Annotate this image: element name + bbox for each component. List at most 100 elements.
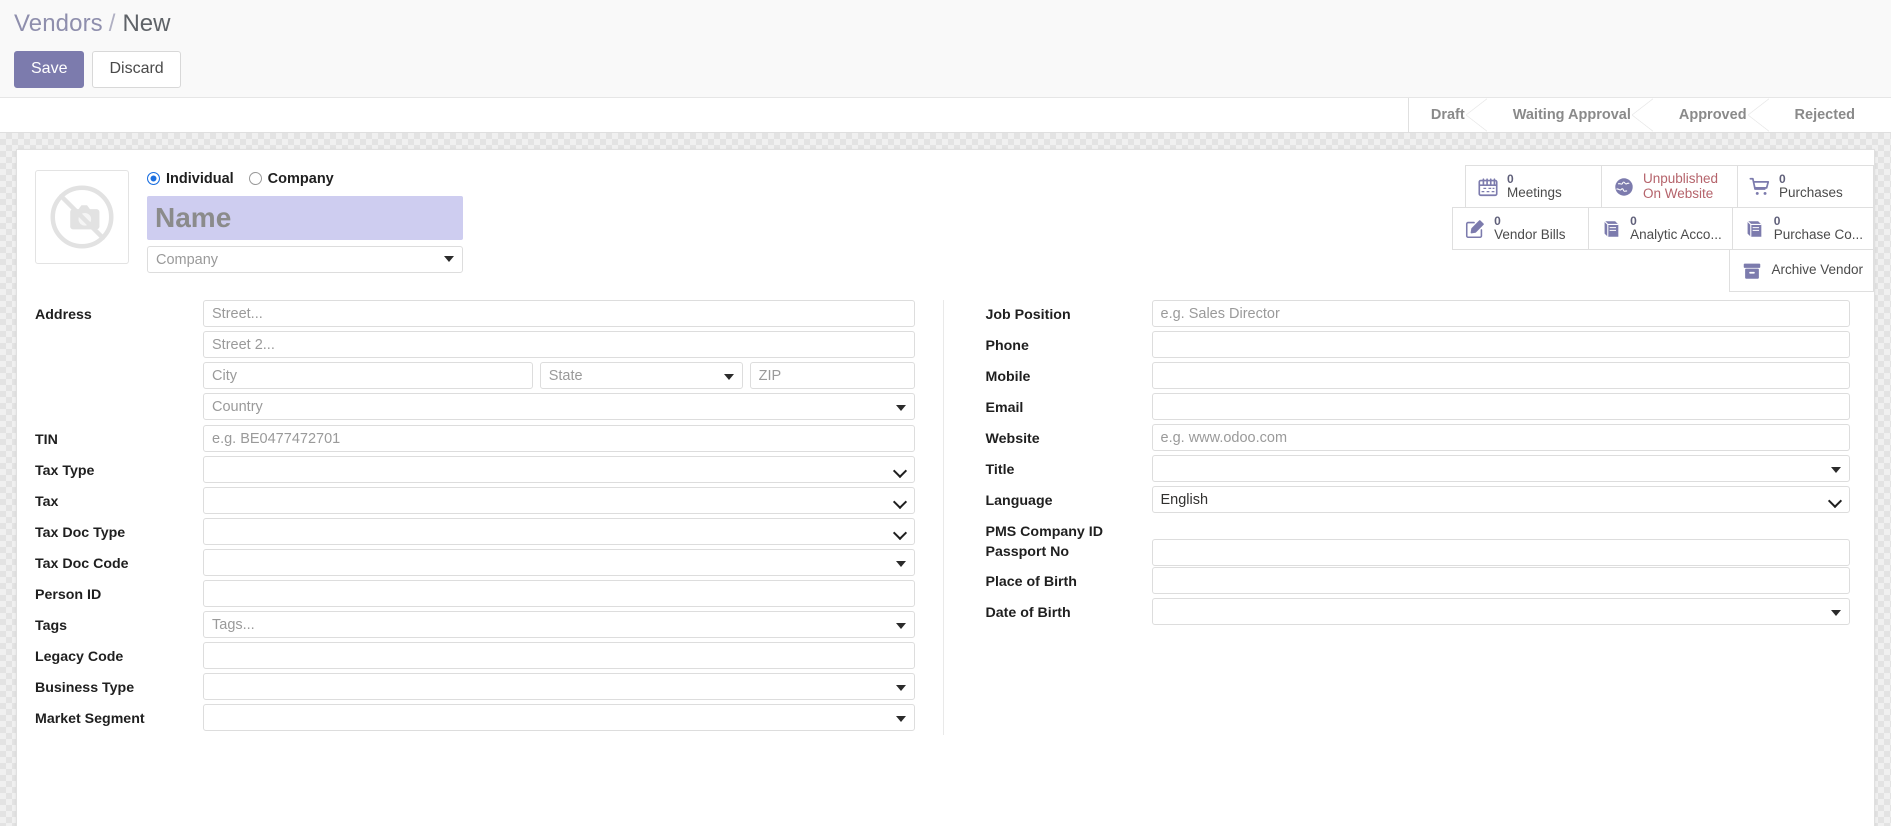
smart-button-value: Unpublished	[1643, 171, 1719, 186]
breadcrumb: Vendors / New	[14, 10, 1877, 44]
smart-button-label: Vendor Bills	[1494, 227, 1566, 242]
field-label-tax-doc-type: Tax Doc Type	[35, 525, 126, 541]
smart-button-value: 0	[1630, 214, 1637, 228]
form-sheet: 0 Meetings Unpublished On Website 0 Purc…	[16, 149, 1875, 826]
smart-button-purchases[interactable]: 0 Purchases	[1737, 165, 1874, 208]
field-row-phone: Phone	[985, 331, 1850, 361]
address-group	[203, 300, 915, 424]
field-label-tin: TIN	[35, 432, 58, 448]
smart-button-value: 0	[1779, 172, 1786, 186]
form-column-right: Job Position Phone Mobile Email Website	[942, 300, 1850, 735]
smart-button-row-3: Archive Vendor	[1729, 249, 1874, 292]
field-row-tax: Tax	[35, 487, 915, 517]
pencil-square-icon	[1462, 216, 1487, 241]
breadcrumb-separator: /	[108, 10, 116, 37]
radio-option-individual[interactable]: Individual	[147, 171, 234, 187]
save-button[interactable]: Save	[14, 51, 85, 88]
field-label-market-segment: Market Segment	[35, 711, 145, 727]
title-input[interactable]	[1151, 455, 1850, 482]
smart-button-vendor-bills[interactable]: 0 Vendor Bills	[1452, 207, 1590, 250]
radio-label-individual: Individual	[166, 170, 234, 187]
field-row-website: Website	[986, 424, 1850, 454]
no-camera-icon	[50, 185, 114, 249]
field-label-email: Email	[985, 400, 1024, 416]
radio-label-company: Company	[267, 170, 334, 187]
radio-option-company[interactable]: Company	[248, 170, 334, 187]
smart-button-label: Analytic Acco...	[1630, 227, 1722, 242]
book-icon	[1598, 216, 1623, 241]
smart-button-text: 0 Meetings	[1507, 173, 1562, 201]
tax-select[interactable]	[203, 487, 915, 514]
field-row-tin: TIN	[35, 425, 915, 455]
business-type-input[interactable]	[203, 673, 915, 700]
field-label-tax-doc-code: Tax Doc Code	[35, 556, 129, 572]
phone-input[interactable]	[1151, 331, 1850, 358]
street2-input[interactable]	[203, 331, 915, 358]
place-of-birth-input[interactable]	[1151, 567, 1850, 594]
field-row-tax-doc-type: Tax Doc Type	[35, 518, 915, 548]
state-input[interactable]	[539, 362, 743, 389]
field-label-title: Title	[985, 462, 1015, 478]
avatar-image-placeholder[interactable]	[35, 170, 129, 264]
market-segment-input[interactable]	[203, 704, 915, 731]
passport-no-input[interactable]	[1151, 539, 1850, 566]
field-label-address: Address	[35, 307, 92, 323]
company-type-radio-group: Individual Company	[147, 168, 463, 189]
smart-button-row-2: 0 Vendor Bills 0 Analytic Acco... 0 Purc…	[1452, 207, 1874, 250]
field-row-place-of-birth: Place of Birth	[986, 567, 1850, 597]
person-id-input[interactable]	[203, 580, 915, 607]
name-input[interactable]	[147, 196, 463, 240]
field-label-business-type: Business Type	[35, 680, 135, 696]
status-stage-waiting-approval[interactable]: Waiting Approval	[1486, 98, 1655, 132]
smart-button-meetings[interactable]: 0 Meetings	[1465, 165, 1602, 208]
date-of-birth-input[interactable]	[1151, 598, 1850, 625]
zip-input[interactable]	[749, 362, 915, 389]
radio-indicator-individual[interactable]	[147, 172, 160, 185]
company-input[interactable]	[147, 246, 463, 273]
title-column: Individual Company	[147, 166, 463, 273]
job-position-input[interactable]	[1151, 300, 1850, 327]
legacy-code-input[interactable]	[203, 642, 915, 669]
smart-button-value: 0	[1507, 172, 1514, 186]
field-label-legacy-code: Legacy Code	[35, 649, 124, 665]
field-row-language: Language English	[986, 486, 1850, 516]
smart-button-text: Unpublished On Website	[1643, 172, 1718, 201]
tags-input[interactable]	[203, 611, 915, 638]
smart-button-purchase-contracts[interactable]: 0 Purchase Co...	[1731, 207, 1874, 250]
field-row-title: Title	[985, 455, 1850, 485]
street-input[interactable]	[203, 300, 915, 327]
field-label-person-id: Person ID	[35, 587, 102, 603]
country-input[interactable]	[203, 393, 915, 420]
status-stage-approved[interactable]: Approved	[1652, 98, 1770, 132]
statusbar-container: Draft Waiting Approval Approved Rejected	[0, 97, 1891, 133]
website-input[interactable]	[1151, 424, 1850, 451]
status-stage-rejected[interactable]: Rejected	[1768, 98, 1877, 132]
field-label-mobile: Mobile	[985, 369, 1031, 385]
field-label-line-1: PMS Company ID	[985, 524, 1103, 540]
tax-doc-code-input[interactable]	[203, 549, 915, 576]
radio-indicator-company[interactable]	[248, 172, 262, 185]
language-select[interactable]: English	[1151, 486, 1850, 513]
field-row-person-id: Person ID	[35, 580, 915, 610]
archive-vendor-button[interactable]: Archive Vendor	[1729, 249, 1874, 292]
smart-button-label: Meetings	[1507, 185, 1562, 200]
smart-button-panel: 0 Meetings Unpublished On Website 0 Purc…	[1452, 165, 1874, 292]
email-input[interactable]	[1151, 393, 1850, 420]
tax-doc-type-select[interactable]	[203, 518, 915, 545]
field-label-tax-type: Tax Type	[35, 463, 95, 479]
discard-button[interactable]: Discard	[92, 51, 181, 88]
field-row-tax-doc-code: Tax Doc Code	[35, 549, 915, 579]
mobile-input[interactable]	[1151, 362, 1850, 389]
field-row-market-segment: Market Segment	[35, 704, 915, 734]
smart-button-label: Purchases	[1779, 185, 1843, 200]
tax-type-select[interactable]	[203, 456, 915, 483]
breadcrumb-parent-vendors[interactable]: Vendors	[14, 10, 103, 38]
field-label-phone: Phone	[985, 338, 1029, 354]
city-input[interactable]	[203, 362, 533, 389]
field-row-tags: Tags	[35, 611, 915, 641]
tin-input[interactable]	[203, 425, 915, 452]
smart-button-analytic-accounts[interactable]: 0 Analytic Acco...	[1588, 207, 1733, 250]
smart-button-website-publish[interactable]: Unpublished On Website	[1601, 165, 1738, 208]
status-stage-draft[interactable]: Draft	[1408, 98, 1488, 132]
statusbar: Draft Waiting Approval Approved Rejected	[1407, 98, 1877, 132]
